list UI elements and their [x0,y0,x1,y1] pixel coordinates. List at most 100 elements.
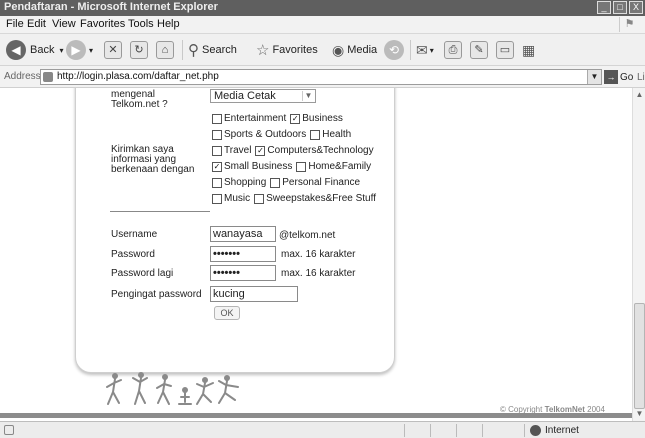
menu-favorites[interactable]: Favorites [80,18,125,30]
interest-sports[interactable]: Sports & Outdoors [212,129,306,140]
mail-button[interactable]: ✉ ▾ [416,40,434,60]
toolbar-separator [410,40,411,60]
status-bar: Internet [0,421,645,438]
title-bar: Pendaftaran - Microsoft Internet Explore… [0,0,645,16]
checkbox-label: Business [302,113,343,124]
back-label: Back [30,44,55,56]
forward-arrow-icon: ▶ [66,40,86,60]
close-button[interactable]: X [629,1,643,14]
interest-health[interactable]: Health [310,129,351,140]
interest-music[interactable]: Music [212,193,250,204]
scroll-thumb[interactable] [634,303,645,409]
minimize-button[interactable]: _ [597,1,611,14]
mail-icon: ✉ [416,41,428,58]
checkbox-label: Home&Family [308,161,372,172]
media-button[interactable]: ◉ Media [332,40,377,60]
username-input[interactable]: wanayasa [210,226,276,242]
source-select[interactable]: Media Cetak ▼ [210,89,316,103]
password-hint-input[interactable]: kucing [210,286,298,302]
interests-row: Travel ✓ Computers&Technology [212,145,374,156]
address-input[interactable]: http://login.plasa.com/daftar_net.php ▼ [40,69,602,85]
print-button[interactable]: ⎙ [444,40,462,60]
checkbox-checked[interactable]: ✓ [255,145,266,156]
media-label: Media [347,44,378,56]
interests-row: Sports & Outdoors Health [212,129,351,140]
stop-icon: ✕ [104,41,122,59]
interests-row: ✓ Small Business Home&Family [212,161,371,172]
interest-sweepstakes[interactable]: Sweepstakes&Free Stuff [254,193,376,204]
password-label: Password [111,249,155,260]
favorites-button[interactable]: ☆ Favorites [256,40,318,60]
search-button[interactable]: ⚲ Search [188,40,237,60]
interest-travel[interactable]: Travel [212,145,251,156]
source-select-value: Media Cetak [214,90,276,102]
people-figures-icon [106,372,239,405]
go-arrow-icon[interactable]: → [604,70,618,84]
interest-personal-finance[interactable]: Personal Finance [270,177,360,188]
messenger-button[interactable]: ▦ [522,40,535,60]
links-button[interactable]: Links [637,72,645,83]
checkbox[interactable] [212,193,222,204]
page-viewport: mengenal Telkom.net ? Media Cetak ▼ Kiri… [0,88,632,421]
checkbox[interactable] [254,193,265,204]
checkbox[interactable] [212,177,222,188]
interest-entertainment[interactable]: Entertainment [212,113,286,124]
status-separator [404,424,405,437]
menu-edit[interactable]: Edit [27,18,46,30]
interest-business[interactable]: ✓ Business [290,113,343,124]
interests-row: Shopping Personal Finance [212,177,360,188]
checkbox-label: Sweepstakes&Free Stuff [266,193,376,204]
ok-button[interactable]: OK [214,306,240,320]
scroll-down-icon[interactable]: ▼ [634,408,645,420]
history-button[interactable]: ⟲ [384,40,404,60]
go-button[interactable]: Go [620,72,633,83]
interest-small-business[interactable]: ✓ Small Business [212,161,292,172]
checkbox[interactable] [212,129,222,140]
checkbox-label: Small Business [224,161,293,172]
checkbox-label: Travel [224,145,252,156]
back-arrow-icon: ◀ [6,40,26,60]
maximize-button[interactable]: □ [613,1,627,14]
checkbox[interactable] [212,113,222,124]
internet-globe-icon [530,425,541,436]
checkbox-label: Sports & Outdoors [224,129,307,140]
window-controls: _ □ X [597,1,643,14]
checkbox-label: Personal Finance [282,177,361,188]
discuss-icon: ▭ [496,41,514,59]
checkbox-checked[interactable]: ✓ [290,113,301,124]
forward-button[interactable]: ▶ ▾ [66,40,93,60]
scroll-up-icon[interactable]: ▲ [634,89,645,101]
discuss-button[interactable]: ▭ [496,40,514,60]
checkbox[interactable] [310,129,321,140]
checkbox[interactable] [270,177,281,188]
menu-tools[interactable]: Tools [128,18,154,30]
checkbox-checked[interactable]: ✓ [212,161,222,172]
checkbox-label: Music [224,193,251,204]
username-domain: @telkom.net [279,230,336,241]
search-label: Search [202,44,237,56]
vertical-scrollbar[interactable]: ▲ ▼ [632,88,645,421]
back-dropdown-icon[interactable]: ▾ [59,46,63,55]
stop-button[interactable]: ✕ [104,40,122,60]
username-label: Username [111,229,158,240]
menu-file[interactable]: File [6,18,24,30]
menu-help[interactable]: Help [157,18,180,30]
password-input[interactable]: ••••••• [210,246,276,262]
forward-dropdown-icon[interactable]: ▾ [89,46,93,55]
back-button[interactable]: ◀ Back ▾ [6,40,63,60]
interest-computers[interactable]: ✓ Computers&Technology [255,145,374,156]
menu-view[interactable]: View [52,18,76,30]
interest-home-family[interactable]: Home&Family [296,161,371,172]
edit-button[interactable]: ✎ [470,40,488,60]
checkbox-label: Shopping [224,177,267,188]
search-icon: ⚲ [188,42,199,59]
address-dropdown-icon[interactable]: ▼ [587,70,601,84]
messenger-icon: ▦ [522,41,536,58]
refresh-button[interactable]: ↻ [130,40,148,60]
home-button[interactable]: ⌂ [156,40,174,60]
interest-shopping[interactable]: Shopping [212,177,266,188]
checkbox[interactable] [212,145,222,156]
password-confirm-input[interactable]: ••••••• [210,265,276,281]
mail-dropdown-icon[interactable]: ▾ [430,46,434,55]
checkbox[interactable] [296,161,307,172]
